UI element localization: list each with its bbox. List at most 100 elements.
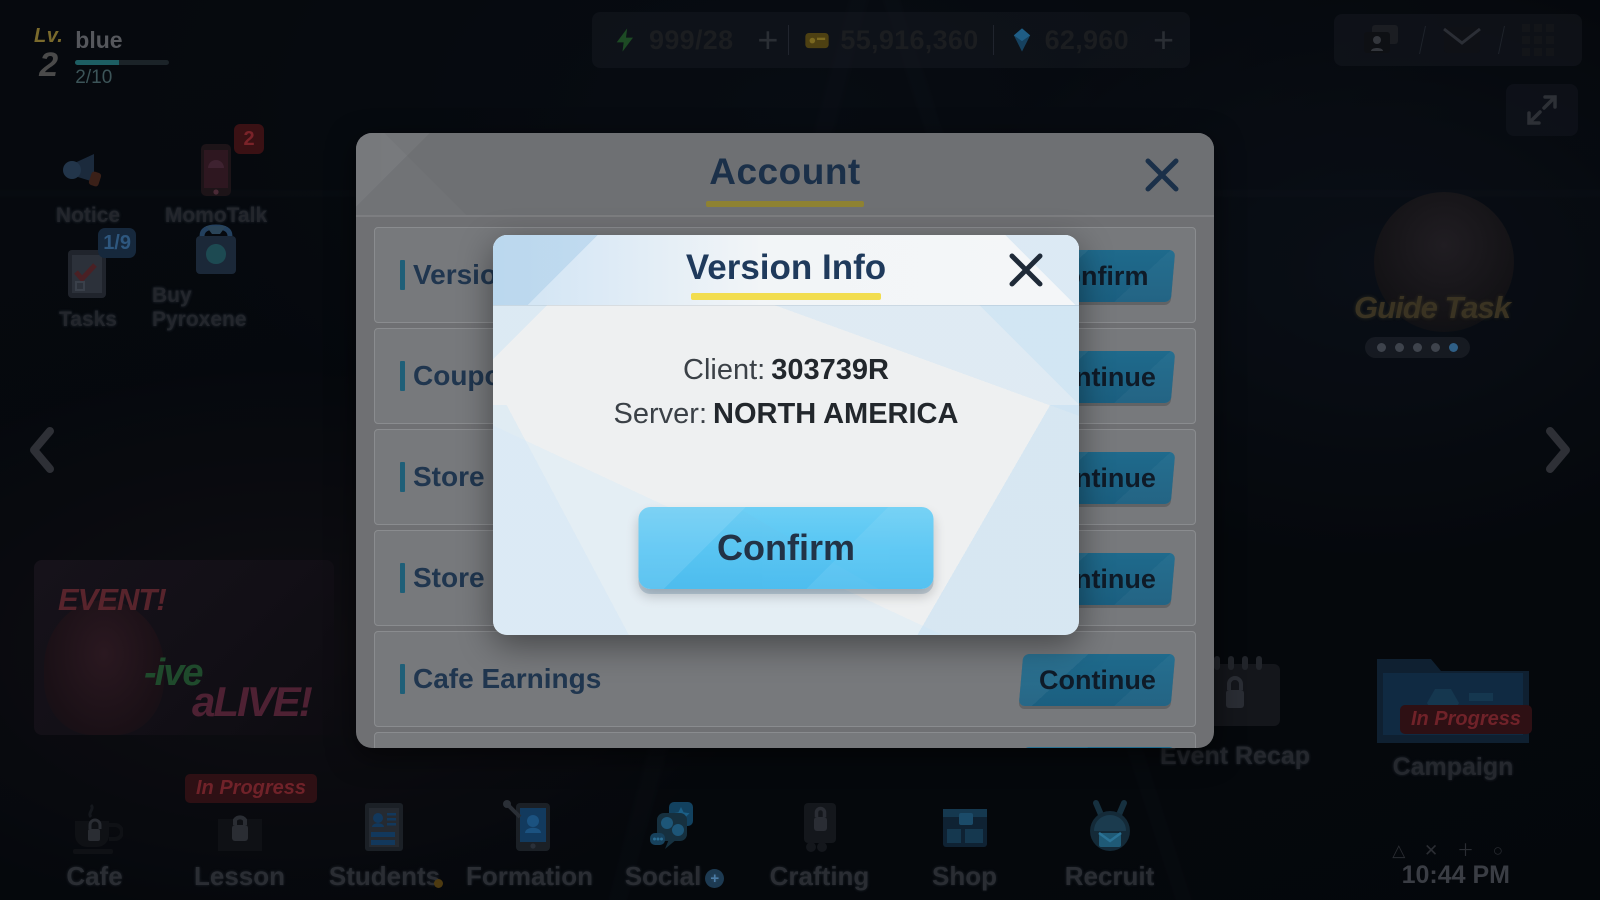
gem-bag-icon <box>184 218 248 282</box>
currency-ap-value: 999/28 <box>649 24 734 55</box>
account-row[interactable]: Cafe Earnings Continue <box>374 631 1196 727</box>
version-modal-header: Version Info <box>493 235 1079 305</box>
version-info-modal: Version Info Client: 303739R Server: NORTH… <box>493 235 1079 635</box>
nav-item-students[interactable]: Students <box>312 788 457 900</box>
title-underline <box>691 293 881 300</box>
ap-bolt-icon <box>616 28 633 52</box>
version-modal-title: Version Info <box>685 248 887 287</box>
left-menu-badge: 1/9 <box>98 228 136 258</box>
xp-progress-bar <box>75 60 170 66</box>
event-banner[interactable]: EVENT! -ive aLIVE! <box>34 560 334 735</box>
page-dot[interactable] <box>1377 343 1386 352</box>
left-menu-item-buy-pyroxene[interactable]: Buy Pyroxene <box>152 224 280 332</box>
system-nav-glyphs: △ ✕ ＋ ○ <box>1392 841 1510 860</box>
system-clock: △ ✕ ＋ ○ 10:44 PM <box>1392 836 1510 890</box>
expand-arrows-icon <box>1527 95 1557 125</box>
profile-card-icon <box>1364 25 1398 53</box>
version-confirm-button[interactable]: Confirm <box>638 507 934 589</box>
left-menu-label: Buy Pyroxene <box>152 284 247 331</box>
expand-button[interactable] <box>1506 84 1578 136</box>
left-menu-badge: 2 <box>234 124 264 154</box>
top-right-buttons <box>1334 14 1582 66</box>
currency-credit[interactable]: 55,916,360 <box>789 25 992 56</box>
mail-icon <box>1443 27 1481 53</box>
left-menu-label: Notice <box>55 204 121 227</box>
mail-button[interactable] <box>1423 25 1501 55</box>
client-label: Client: <box>683 354 766 386</box>
clock-time: 10:44 PM <box>1401 861 1510 889</box>
player-info[interactable]: Lv. 2 blue 2/10 <box>34 26 170 89</box>
version-modal-body: Client: 303739R Server: NORTH AMERICA <box>493 305 1079 436</box>
bottom-navigation: Cafe In Progress Lesson Students Formati… <box>0 774 1600 900</box>
nav-label: Crafting <box>769 861 870 891</box>
guide-task-page-dots[interactable] <box>1365 337 1470 358</box>
nav-item-cafe[interactable]: Cafe <box>22 788 167 900</box>
nav-label: Recruit <box>1064 861 1155 891</box>
row-accent-bar <box>400 462 405 492</box>
megaphone-icon <box>56 138 120 202</box>
client-version-line: Client: 303739R <box>493 349 1079 393</box>
row-action-button[interactable] <box>1018 747 1176 748</box>
currency-credit-value: 55,916,360 <box>840 24 979 55</box>
coffee-locked-icon <box>67 799 124 857</box>
account-dialog-header: Account <box>356 133 1214 215</box>
currency-ap[interactable]: 999/28 <box>598 25 747 56</box>
profile-card-button[interactable] <box>1342 23 1422 57</box>
left-menu-item-momotalk[interactable]: 2 MomoTalk <box>152 124 280 228</box>
social-add-icon[interactable]: + <box>705 868 725 888</box>
currency-pyroxene-plus-button[interactable]: + <box>1143 22 1184 58</box>
row-accent-bar <box>400 361 405 391</box>
server-value: NORTH AMERICA <box>713 397 959 430</box>
nav-item-lesson[interactable]: In Progress Lesson <box>167 774 318 900</box>
page-dot-active[interactable] <box>1449 343 1458 352</box>
currency-ap-plus-button[interactable]: + <box>747 22 788 58</box>
nav-item-social[interactable]: Social + <box>602 788 747 900</box>
event-title-line2: aLIVE! <box>192 678 313 725</box>
currency-pyroxene[interactable]: 62,960 <box>994 25 1143 56</box>
page-dot[interactable] <box>1395 343 1404 352</box>
row-label: Cafe Earnings <box>413 663 602 694</box>
row-action-button[interactable]: Continue <box>1018 654 1176 706</box>
pyroxene-icon <box>1013 28 1030 52</box>
nav-item-recruit[interactable]: Recruit <box>1037 788 1182 900</box>
player-level-block: Lv. 2 <box>34 26 63 82</box>
nav-item-formation[interactable]: Formation <box>457 788 602 900</box>
campaign-widget[interactable]: In Progress Campaign <box>1338 645 1568 782</box>
version-close-button[interactable] <box>1003 247 1049 293</box>
left-menu-item-tasks[interactable]: 1/9 Tasks <box>24 228 152 332</box>
crafting-locked-icon <box>792 799 848 857</box>
server-label: Server: <box>613 397 708 430</box>
level-number: 2 <box>39 46 59 84</box>
recruit-icon <box>1082 799 1138 857</box>
grid-menu-icon <box>1522 24 1554 56</box>
menu-button[interactable] <box>1502 24 1574 56</box>
account-row-partial[interactable] <box>374 732 1196 748</box>
students-notification-dot <box>434 879 443 888</box>
player-name-block: blue 2/10 <box>75 26 170 89</box>
page-dot[interactable] <box>1431 343 1440 352</box>
page-dot[interactable] <box>1413 343 1422 352</box>
lesson-in-progress-badge: In Progress <box>185 774 318 803</box>
social-chat-icon <box>647 799 703 857</box>
server-line: Server: NORTH AMERICA <box>493 393 1079 437</box>
xp-text: 2/10 <box>75 67 113 89</box>
nav-label: Lesson <box>193 861 286 891</box>
xp-progress-fill <box>75 60 120 66</box>
header-divider <box>493 305 1079 306</box>
prev-page-arrow[interactable] <box>14 418 70 482</box>
close-icon <box>1145 158 1179 192</box>
chevron-right-icon <box>1546 427 1570 473</box>
client-value: 303739R <box>771 354 889 386</box>
students-icon <box>357 799 413 857</box>
next-page-arrow[interactable] <box>1530 418 1586 482</box>
left-menu-item-notice[interactable]: Notice <box>24 128 152 228</box>
guide-task-widget[interactable]: Guide Task <box>1272 192 1532 382</box>
nav-label: Students <box>328 861 441 891</box>
campaign-folder-icon <box>1377 659 1529 743</box>
title-underline <box>706 201 864 207</box>
nav-item-shop[interactable]: Shop <box>892 788 1037 900</box>
nav-item-crafting[interactable]: Crafting <box>747 788 892 900</box>
account-close-button[interactable] <box>1138 151 1186 199</box>
level-word-label: Lv. <box>34 25 64 47</box>
chevron-left-icon <box>30 427 54 473</box>
